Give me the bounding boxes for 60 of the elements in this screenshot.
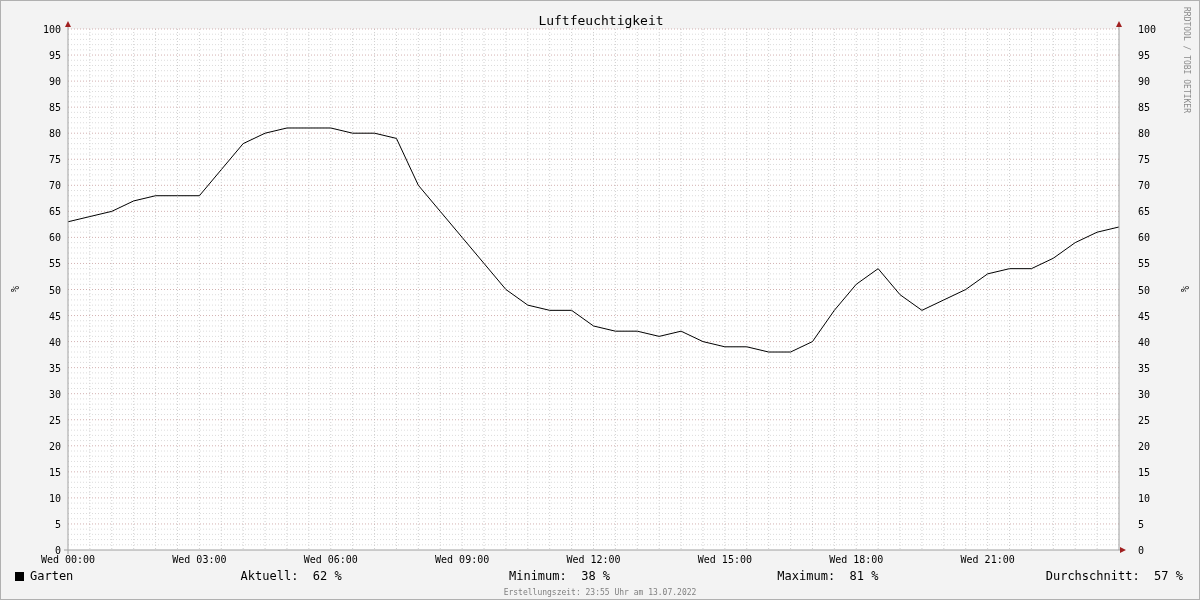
x-tick-label: Wed 18:00	[829, 554, 884, 565]
y-tick-label: 65	[48, 206, 61, 218]
y-tick-label: 25	[48, 414, 61, 426]
y-tick-label: 40	[48, 336, 61, 348]
y-tick-label: 95	[48, 50, 61, 62]
y-tick-label: 55	[1138, 258, 1151, 270]
y-tick-label: 20	[1138, 440, 1151, 452]
y-tick-label: 15	[1138, 466, 1151, 478]
y-tick-label: 100	[1138, 24, 1157, 35]
x-tick-label: Wed 06:00	[303, 554, 358, 565]
y-tick-label: 75	[48, 154, 61, 166]
y-tick-label: 70	[1138, 180, 1151, 192]
y-tick-label: 45	[1138, 310, 1151, 322]
y-tick-label: 90	[48, 76, 61, 88]
y-tick-label: 0	[54, 545, 61, 556]
y-tick-label: 70	[48, 180, 61, 192]
legend-label: Garten	[30, 569, 74, 583]
footer-text: Erstellungszeit: 23:55 Uhr am 13.07.2022	[502, 588, 698, 597]
x-tick-label: Wed 21:00	[960, 554, 1015, 565]
y-tick-label: 15	[48, 466, 61, 478]
y-tick-label: 10	[48, 492, 61, 504]
y-tick-label: 85	[1138, 102, 1151, 114]
y-tick-label: 30	[48, 388, 61, 400]
y-tick-label: 65	[1138, 206, 1151, 218]
y-tick-label: 85	[48, 102, 61, 114]
y-tick-label: 5	[1138, 518, 1145, 530]
y-axis-label: %	[9, 286, 20, 292]
y-tick-label: 45	[48, 310, 61, 322]
y-axis-label: %	[1179, 286, 1190, 292]
y-tick-label: 35	[48, 362, 61, 374]
stat-text: Minimum: 38 %	[508, 569, 611, 583]
y-tick-label: 80	[48, 128, 61, 140]
y-tick-label: 5	[54, 518, 61, 530]
y-tick-label: 100	[42, 24, 61, 35]
y-tick-label: 90	[1138, 76, 1151, 88]
y-tick-label: 10	[1138, 492, 1151, 504]
y-tick-label: 35	[1138, 362, 1151, 374]
y-tick-label: 80	[1138, 128, 1151, 140]
x-tick-label: Wed 03:00	[172, 554, 227, 565]
y-tick-label: 50	[48, 284, 61, 296]
stat-text: Aktuell: 62 %	[240, 569, 342, 583]
y-tick-label: 40	[1138, 336, 1151, 348]
x-tick-label: Wed 12:00	[566, 554, 621, 565]
y-tick-label: 60	[1138, 232, 1151, 244]
x-tick-label: Wed 09:00	[435, 554, 490, 565]
y-tick-label: 20	[48, 440, 61, 452]
y-tick-label: 60	[48, 232, 61, 244]
stat-text: Maximum: 81 %	[777, 569, 879, 583]
x-tick-label: Wed 00:00	[40, 554, 96, 565]
y-tick-label: 0	[1138, 545, 1145, 556]
y-tick-label: 55	[48, 258, 61, 270]
chart-title: Luftfeuchtigkeit	[538, 13, 664, 28]
x-tick-label: Wed 15:00	[697, 554, 752, 565]
y-tick-label: 75	[1138, 154, 1151, 166]
credit-text: RRDTOOL / TOBI OETIKER	[1182, 7, 1191, 113]
y-tick-label: 50	[1138, 284, 1151, 296]
y-tick-label: 25	[1138, 414, 1151, 426]
stat-text: Durchschnitt: 57 %	[1045, 569, 1183, 583]
y-tick-label: 30	[1138, 388, 1151, 400]
y-tick-label: 95	[1138, 50, 1151, 62]
